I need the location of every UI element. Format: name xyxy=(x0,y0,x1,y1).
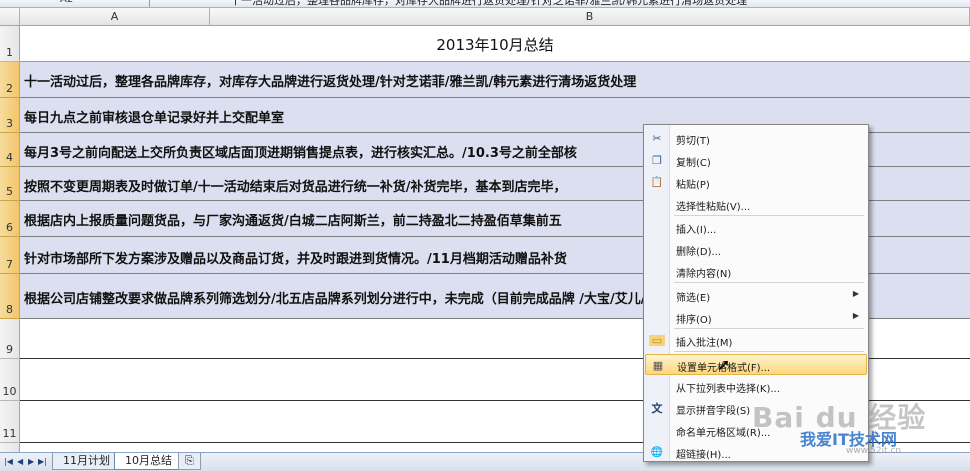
sheet-tab-nov-plan[interactable]: 11月计划 xyxy=(52,453,121,470)
cell-text: 根据公司店铺整改要求做品牌系列筛选划分/北五店品牌系列划分进行中，未完成（目前完… xyxy=(24,292,672,307)
menu-item-paste-special[interactable]: 选择性粘贴(V)... xyxy=(645,194,867,215)
row-header-8[interactable]: 8 xyxy=(0,274,20,319)
insert-sheet-button[interactable]: ⎘ xyxy=(178,453,201,470)
menu-separator xyxy=(674,215,864,216)
prev-sheet-icon[interactable]: ◀ xyxy=(17,457,23,466)
hyperlink-icon: 🌐 xyxy=(650,447,664,458)
new-sheet-icon: ⎘ xyxy=(185,454,194,467)
formula-bar: A2 十一活动过后，整理各品牌库存，对库存大品牌进行返货处理/针对芝诺菲/雅兰凯… xyxy=(0,0,970,8)
name-box[interactable]: A2 xyxy=(0,0,150,7)
select-all-corner[interactable] xyxy=(0,8,20,26)
first-sheet-icon[interactable]: |◀ xyxy=(4,457,13,466)
menu-item-cut[interactable]: ✂ 剪切(T) xyxy=(645,128,867,149)
format-cells-icon: ▦ xyxy=(652,359,664,372)
next-sheet-icon[interactable]: ▶ xyxy=(28,457,34,466)
row-header-6[interactable]: 6 xyxy=(0,201,20,237)
cell-text: 针对市场部所下发方案涉及赠品以及商品订货，并及时跟进到货情况。/11月档期活动赠… xyxy=(24,252,567,267)
submenu-arrow-icon: ▶ xyxy=(852,311,859,320)
comment-icon: ▭ xyxy=(649,335,665,346)
menu-item-pick-from-list[interactable]: 从下拉列表中选择(K)... xyxy=(645,376,867,397)
menu-item-format-cells[interactable]: ▦ 设置单元格格式(F)... xyxy=(645,354,867,375)
paste-icon: 📋 xyxy=(650,177,664,188)
cell-text: 十一活动过后，整理各品牌库存，对库存大品牌进行返货处理/针对芝诺菲/雅兰凯/韩元… xyxy=(24,75,637,90)
submenu-arrow-icon: ▶ xyxy=(852,289,859,298)
menu-separator xyxy=(674,282,864,283)
menu-item-sort[interactable]: 排序(O) ▶ xyxy=(645,307,867,328)
cell-text: 每日九点之前审核退仓单记录好并上交配单室 xyxy=(24,111,285,126)
menu-item-insert[interactable]: 插入(I)... xyxy=(645,217,867,238)
menu-item-paste[interactable]: 📋 粘贴(P) xyxy=(645,172,867,193)
cell-row-2[interactable]: 十一活动过后，整理各品牌库存，对库存大品牌进行返货处理/针对芝诺菲/雅兰凯/韩元… xyxy=(20,62,970,98)
row-header-1[interactable]: 1 xyxy=(0,26,20,62)
mouse-pointer-icon: ➚ xyxy=(717,355,731,374)
row-header-12[interactable] xyxy=(0,443,20,452)
menu-separator xyxy=(674,328,864,329)
menu-item-insert-comment[interactable]: ▭ 插入批注(M) xyxy=(645,330,867,351)
copy-icon: ❐ xyxy=(652,154,662,167)
row-header-9[interactable]: 9 xyxy=(0,319,20,359)
sheet-tab-oct-summary[interactable]: 10月总结 xyxy=(114,453,183,470)
column-header-b[interactable]: B xyxy=(210,8,970,26)
cell-text: 按照不变更周期表及时做订单/十一活动结束后对货品进行统一补货/补货完毕，基本到店… xyxy=(24,180,567,195)
cell-title[interactable]: 2013年10月总结 xyxy=(20,26,970,62)
sheet-title: 2013年10月总结 xyxy=(436,36,554,54)
row-header-3[interactable]: 3 xyxy=(0,98,20,133)
column-header-a[interactable]: A xyxy=(20,8,210,26)
row-header-4[interactable]: 4 xyxy=(0,133,20,167)
menu-item-copy[interactable]: ❐ 复制(C) xyxy=(645,150,867,171)
menu-item-clear-contents[interactable]: 清除内容(N) xyxy=(645,261,867,282)
phonetic-icon: 文 xyxy=(651,402,663,415)
site-url-watermark: www.52it.cn xyxy=(846,446,902,456)
last-sheet-icon[interactable]: ▶| xyxy=(38,457,47,466)
row-header-10[interactable]: 10 xyxy=(0,359,20,401)
cell-text: 根据店内上报质量问题货品，与厂家沟通返货/白城二店阿斯兰，前二持盈北二持盈佰草集… xyxy=(24,214,562,229)
row-header-2[interactable]: 2 xyxy=(0,62,20,98)
menu-item-delete[interactable]: 删除(D)... xyxy=(645,239,867,260)
row-header-7[interactable]: 7 xyxy=(0,237,20,274)
cell-text: 每月3号之前向配送上交所负责区域店面顶进期销售提点表，进行核实汇总。/10.3号… xyxy=(24,146,577,161)
menu-separator xyxy=(674,351,864,352)
scissors-icon: ✂ xyxy=(652,132,662,145)
formula-content[interactable]: 十一活动过后，整理各品牌库存，对库存大品牌进行返货处理/针对芝诺菲/雅兰凯/韩元… xyxy=(230,0,747,7)
row-header-5[interactable]: 5 xyxy=(0,167,20,201)
menu-item-filter[interactable]: 筛选(E) ▶ xyxy=(645,285,867,306)
row-header-11[interactable]: 11 xyxy=(0,401,20,443)
